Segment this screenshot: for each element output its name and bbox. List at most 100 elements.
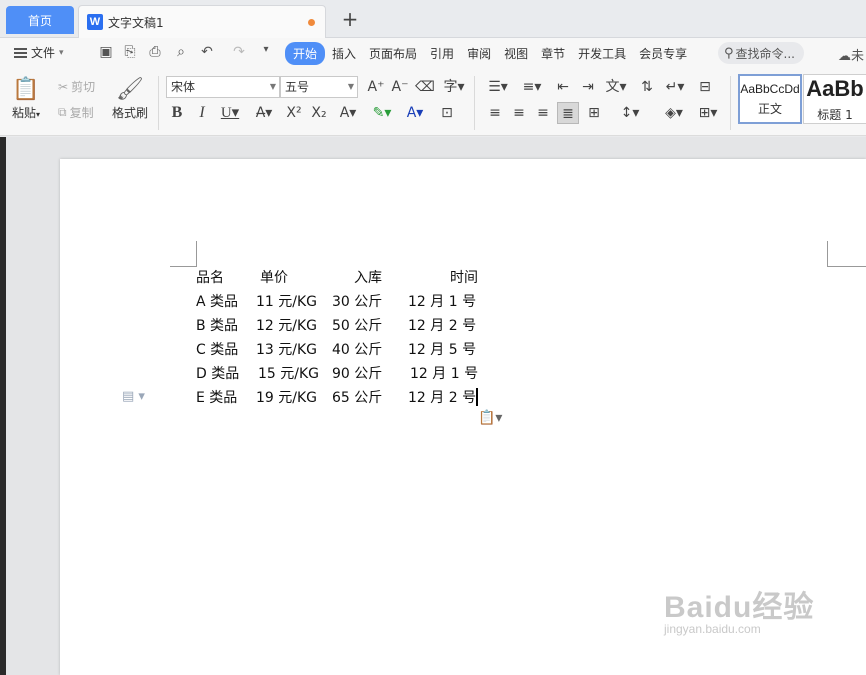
copy-button[interactable]: ⧉ 复制 [58, 104, 94, 121]
text-caret [476, 388, 478, 406]
quick-access-dropdown-icon[interactable]: ▾ [257, 44, 275, 55]
tab-stops-icon[interactable]: ⊟ [694, 76, 716, 98]
separator [730, 76, 731, 130]
clipboard-icon: 📋 [12, 77, 40, 102]
chinese-layout-icon[interactable]: 文▾ [602, 76, 630, 98]
justify-icon[interactable]: ≣ [557, 102, 579, 124]
bold-icon[interactable]: B [166, 102, 188, 124]
show-marks-icon[interactable]: ↵▾ [661, 76, 689, 98]
watermark: Baidu经验 jingyan.baidu.com [664, 582, 814, 636]
redo-icon[interactable]: ↷ [230, 44, 248, 60]
paragraph-handle-icon[interactable]: ▤ ▾ [122, 389, 145, 404]
undo-icon[interactable]: ↶ [198, 44, 216, 60]
command-search-input[interactable]: ⚲ 查找命令... [718, 42, 804, 64]
tab-review[interactable]: 审阅 [461, 42, 497, 65]
tab-document[interactable]: W 文字文稿1 [78, 5, 326, 38]
ribbon-tabs: 开始 插入 页面布局 引用 审阅 视图 章节 开发工具 会员专享 [285, 42, 694, 65]
style-normal-preview: AaBbCcDd [740, 81, 800, 96]
align-left-icon[interactable]: ≡ [484, 102, 506, 124]
superscript-icon[interactable]: X² [283, 102, 305, 124]
cell: 12 月 1 号 [408, 294, 477, 310]
chevron-down-icon: ▼ [347, 82, 354, 91]
align-right-icon[interactable]: ≡ [532, 102, 554, 124]
decrease-indent-icon[interactable]: ⇤ [552, 76, 574, 98]
tab-page-layout[interactable]: 页面布局 [363, 42, 423, 65]
tab-insert[interactable]: 插入 [326, 42, 362, 65]
print-icon[interactable]: ⎙ [146, 44, 164, 60]
cell: C 类品 [196, 342, 239, 358]
sort-icon[interactable]: ⇅ [636, 76, 658, 98]
borders-icon[interactable]: ⊞▾ [694, 102, 722, 124]
tab-start[interactable]: 开始 [285, 42, 326, 65]
shading-icon[interactable]: ◈▾ [660, 102, 688, 124]
numbered-list-icon[interactable]: ≡▾ [518, 76, 546, 98]
tab-home[interactable]: 首页 [6, 6, 74, 34]
cell: 12 月 2 号 [408, 318, 477, 334]
subscript-icon[interactable]: X₂ [308, 102, 330, 124]
tab-references[interactable]: 引用 [424, 42, 460, 65]
margin-mark [196, 241, 197, 267]
clear-format-icon[interactable]: ⌫ [414, 76, 436, 98]
italic-icon[interactable]: I [191, 102, 213, 124]
paste-button[interactable]: 📋 粘贴▾ [12, 76, 40, 121]
cell: 12 月 1 号 [410, 366, 479, 382]
tab-chapter[interactable]: 章节 [535, 42, 571, 65]
print-preview-icon[interactable]: ⌕ [172, 44, 190, 60]
style-heading-1-label: 标题 1 [817, 107, 853, 122]
paintbrush-icon: 🖌 [116, 77, 144, 102]
line-spacing-icon[interactable]: ↕▾ [616, 102, 644, 124]
new-tab-button[interactable]: + [340, 8, 360, 30]
cloud-sync-button[interactable]: ☁未 [838, 45, 864, 64]
format-painter-label: 格式刷 [112, 106, 149, 120]
copy-label: 复制 [69, 106, 94, 120]
paste-label: 粘贴 [12, 106, 37, 120]
grow-font-icon[interactable]: A⁺ [365, 76, 387, 98]
tab-view[interactable]: 视图 [498, 42, 534, 65]
format-painter-button[interactable]: 🖌 格式刷 [112, 76, 148, 121]
text-effect-icon[interactable]: A▾ [334, 102, 362, 124]
phonetic-guide-icon[interactable]: 字▾ [440, 76, 468, 98]
cell: 13 元/KG [256, 342, 318, 358]
cell: E 类品 [196, 390, 238, 406]
bullet-list-icon[interactable]: ☰▾ [484, 76, 512, 98]
style-normal[interactable]: AaBbCcDd 正文 [738, 74, 802, 124]
cut-button[interactable]: ✂ 剪切 [58, 78, 95, 95]
highlight-color-icon[interactable]: ✎▾ [368, 102, 396, 124]
cell: 30 公斤 [332, 294, 383, 310]
cloud-icon: ☁ [838, 49, 851, 64]
chevron-down-icon: ▾ [59, 47, 64, 58]
underline-icon[interactable]: U▾ [216, 102, 244, 124]
left-edge [0, 137, 6, 675]
font-name-select[interactable]: 宋体 ▼ [166, 76, 280, 98]
cell: 19 元/KG [256, 390, 318, 406]
tab-developer[interactable]: 开发工具 [572, 42, 632, 65]
watermark-brand: Baidu经验 [664, 591, 815, 624]
save-icon[interactable]: ▣ [97, 44, 115, 60]
cell: 90 公斤 [332, 366, 383, 382]
cell: 11 元/KG [256, 294, 318, 310]
style-heading-1-preview: AaBb [806, 75, 864, 101]
ribbon-toolbar: 📋 粘贴▾ ✂ 剪切 ⧉ 复制 🖌 格式刷 宋体 ▼ 五号 ▼ A⁺ A⁻ ⌫ 字▾… [0, 70, 866, 136]
header-name: 品名 [196, 270, 224, 286]
header-stock: 入库 [354, 270, 382, 286]
file-menu-button[interactable]: 文件 ▾ [14, 44, 64, 61]
copy-icon: ⧉ [58, 105, 67, 119]
font-size-select[interactable]: 五号 ▼ [280, 76, 358, 98]
search-icon: ⚲ [724, 45, 734, 61]
shrink-font-icon[interactable]: A⁻ [389, 76, 411, 98]
align-center-icon[interactable]: ≡ [508, 102, 530, 124]
increase-indent-icon[interactable]: ⇥ [577, 76, 599, 98]
cell: D 类品 [196, 366, 240, 382]
distribute-icon[interactable]: ⊞ [583, 102, 605, 124]
style-heading-1[interactable]: AaBb 标题 1 [803, 74, 866, 124]
paste-options-icon[interactable]: 📋▾ [478, 410, 502, 426]
tab-document-title: 文字文稿1 [108, 15, 164, 30]
cell: 15 元/KG [258, 366, 320, 382]
font-color-icon[interactable]: A▾ [401, 102, 429, 124]
tab-member[interactable]: 会员专享 [633, 42, 693, 65]
command-search-placeholder: 查找命令... [735, 46, 795, 61]
character-border-icon[interactable]: ⊡ [436, 102, 458, 124]
strikethrough-icon[interactable]: A̶▾ [250, 102, 278, 124]
tab-bar: 首页 W 文字文稿1 + [0, 0, 866, 38]
export-pdf-icon[interactable]: ⎘ [121, 44, 139, 60]
